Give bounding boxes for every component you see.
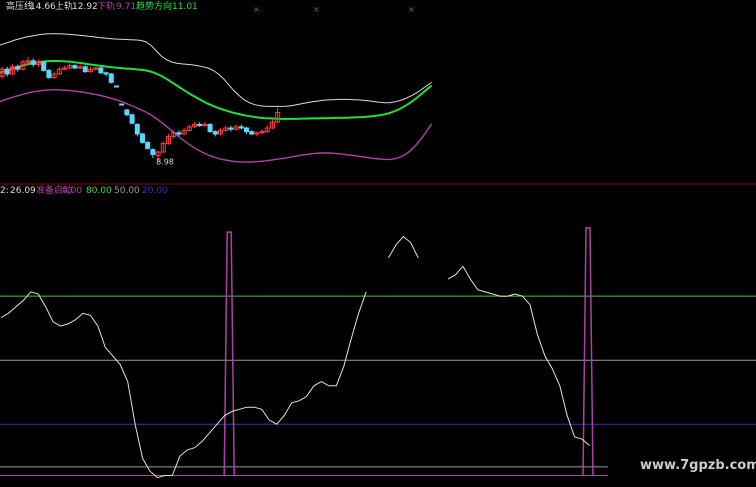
start-signal-spike [582, 227, 594, 476]
candle-body [176, 132, 182, 135]
candle-body [124, 109, 130, 116]
header-marker: × [313, 5, 320, 14]
candle-body [46, 69, 52, 79]
start-signal-spike [223, 231, 235, 476]
indicator-header-value-4: 20.00 [142, 186, 168, 196]
header-marker: × [253, 5, 260, 14]
candle-body [145, 141, 151, 149]
indicator-panel-header: 2: 26.09 准备启动 0.00 80.00 50.00 20.00 [0, 184, 168, 196]
candle-body [82, 66, 88, 73]
watermark: www.7gpzb.com [640, 458, 756, 473]
candle-body [30, 60, 36, 65]
indicator-header-value: 26.09 [10, 186, 36, 196]
price-panel: 8.98 [0, 33, 433, 166]
candle-body [119, 103, 125, 106]
candle-body [228, 127, 234, 130]
candle-body [139, 133, 145, 143]
indicator-panel [0, 227, 756, 479]
candle-body [129, 114, 135, 124]
header-marker: × [408, 5, 415, 14]
indicator-header-prefix: 2: [0, 186, 9, 196]
candle-body [15, 66, 21, 70]
candle-body [113, 85, 119, 88]
chart-canvas: 高压线 14.66 上轨 12.92 下轨 9.71 趋势方向 11.01 × … [0, 0, 756, 479]
candle-body [41, 61, 47, 71]
oscillator-line [0, 235, 590, 479]
candle-body [108, 73, 114, 83]
high-pressure-label: 高压线 [6, 0, 33, 12]
indicator-header-value-1: 0.00 [62, 186, 82, 196]
price-panel-header: 高压线 14.66 上轨 12.92 下轨 9.71 趋势方向 11.01 [6, 0, 198, 12]
candle-body [197, 123, 203, 127]
indicator-header-value-3: 50.00 [114, 186, 140, 196]
candle-body [212, 131, 218, 135]
candle-body [150, 149, 156, 155]
candle-body [103, 72, 109, 75]
upper-rail-value: 12.92 [72, 2, 98, 12]
candle-body [98, 67, 104, 74]
min-price-label: 8.98 [156, 157, 174, 166]
upper-rail-label: 上轨 [55, 0, 73, 12]
candle-body [4, 68, 10, 75]
trend-direction-label: 趋势方向 [136, 0, 172, 12]
candle-body [134, 123, 140, 135]
header-markers: × × × [253, 5, 415, 14]
candle-body [72, 65, 78, 69]
high-pressure-value: 14.66 [30, 2, 56, 12]
candle-body [249, 131, 255, 135]
lower-rail-value: 9.71 [116, 2, 136, 12]
lower-rail-label: 下轨 [97, 0, 115, 12]
candle-body [238, 126, 244, 129]
candle-body [243, 127, 249, 133]
indicator-header-value-2: 80.00 [86, 186, 112, 196]
trend-direction-value: 11.01 [172, 2, 198, 12]
candle-body [207, 123, 213, 133]
